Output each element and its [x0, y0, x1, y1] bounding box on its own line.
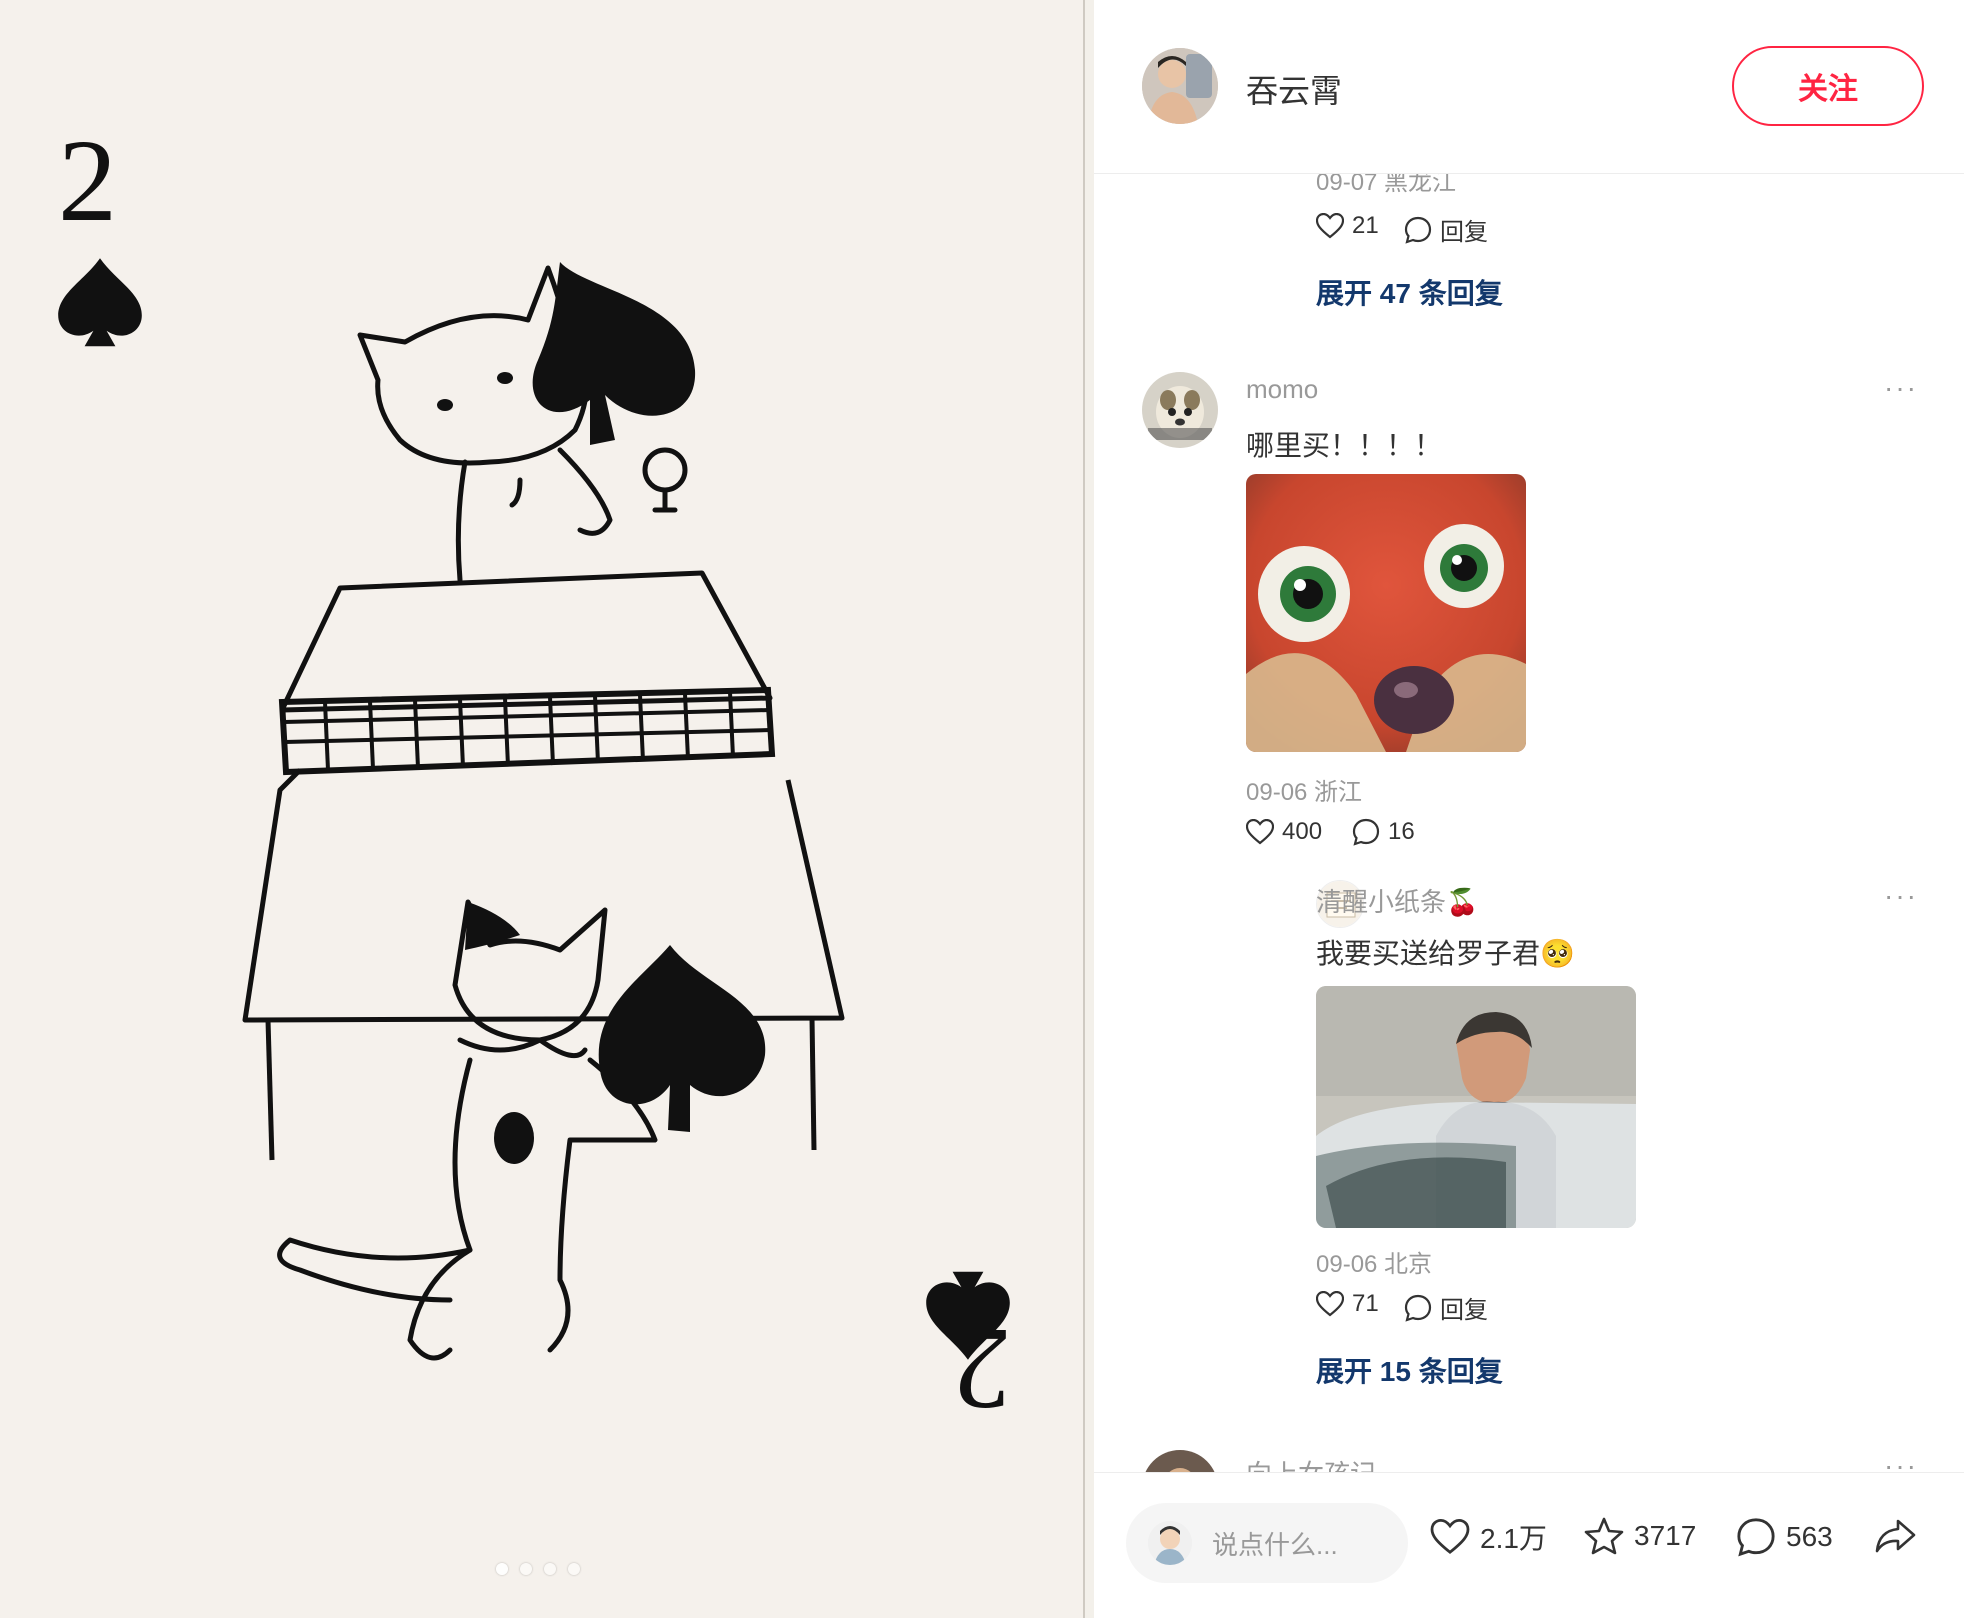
like-count: 71	[1352, 1290, 1379, 1317]
reply-label: 回复	[1440, 219, 1488, 246]
my-avatar	[1148, 1521, 1192, 1565]
reply-button[interactable]: 回复	[1404, 1290, 1488, 1325]
heart-icon	[1316, 213, 1344, 239]
card-rank-top: 2	[58, 115, 117, 246]
more-icon[interactable]: ···	[1884, 880, 1918, 912]
commenter-avatar[interactable]	[1142, 1450, 1218, 1472]
like-count: 21	[1352, 212, 1379, 239]
like-button[interactable]: 400	[1246, 818, 1322, 846]
note-comment-count: 563	[1786, 1521, 1833, 1552]
comment-input[interactable]: 说点什么...	[1126, 1503, 1408, 1583]
comment-text: 哪里买！！！！	[1246, 430, 1443, 461]
commenter-name[interactable]: 向上女孩记	[1246, 1454, 1376, 1472]
heart-icon	[1430, 1519, 1470, 1555]
carousel-dot[interactable]	[568, 1563, 580, 1575]
carousel-dot[interactable]	[544, 1563, 556, 1575]
author-avatar[interactable]	[1142, 48, 1218, 124]
author-header: 吞云霄 关注	[1094, 0, 1964, 174]
expand-replies-link[interactable]: 展开 15 条回复	[1316, 1350, 1503, 1390]
commenter-name[interactable]: momo	[1246, 374, 1318, 405]
replier-name[interactable]: 清醒小纸条🍒	[1316, 882, 1478, 919]
more-icon[interactable]: ···	[1884, 1450, 1918, 1472]
reply-label: 回复	[1440, 1297, 1488, 1324]
note-detail-panel: 吞云霄 关注 09-07 黑龙江 21 回复 展开 47 条回复 momo ··…	[1094, 0, 1964, 1618]
carousel-dot[interactable]	[520, 1563, 532, 1575]
carousel-indicator[interactable]	[496, 1563, 580, 1575]
share-button[interactable]	[1874, 1517, 1916, 1555]
share-icon	[1875, 1519, 1916, 1553]
commenter-avatar[interactable]	[1142, 372, 1218, 448]
comment-icon	[1737, 1518, 1775, 1557]
comment-icon	[1352, 818, 1380, 846]
star-icon	[1584, 1517, 1624, 1555]
comment-meta: 09-06 浙江	[1246, 779, 1363, 806]
reply-image-photo[interactable]	[1316, 986, 1636, 1228]
comment-image-fox-meme[interactable]	[1246, 474, 1526, 752]
like-button[interactable]: 71	[1316, 1290, 1379, 1318]
comments-list[interactable]: 09-07 黑龙江 21 回复 展开 47 条回复 momo ··· 哪里买！！…	[1094, 174, 1964, 1472]
media-viewer[interactable]: 2 2	[0, 0, 1094, 1618]
reply-meta: 09-06 北京	[1316, 1251, 1433, 1278]
two-of-spades-cat-illustration: 2 2	[58, 115, 1011, 1435]
reply-button[interactable]: 16	[1352, 818, 1415, 846]
like-button[interactable]: 21	[1316, 212, 1379, 240]
more-icon[interactable]: ···	[1884, 372, 1918, 404]
note-favorite-count: 3717	[1634, 1520, 1697, 1551]
bottom-cat-drawing	[277, 899, 658, 1361]
like-count: 400	[1282, 818, 1323, 845]
heart-icon	[1246, 819, 1274, 845]
comment-input-placeholder: 说点什么...	[1212, 1529, 1338, 1560]
spade-icon	[58, 258, 142, 347]
reply-button[interactable]: 回复	[1404, 212, 1488, 247]
playing-card-image: 2 2	[0, 0, 1085, 1618]
note-favorite-button[interactable]: 3717	[1584, 1517, 1696, 1555]
carousel-dot-active[interactable]	[496, 1563, 508, 1575]
reply-count: 16	[1388, 818, 1415, 845]
note-like-button[interactable]: 2.1万	[1430, 1517, 1547, 1557]
follow-button[interactable]: 关注	[1732, 46, 1924, 126]
engagement-bar: 说点什么... 2.1万 3717 563	[1094, 1472, 1964, 1618]
note-comment-button[interactable]: 563	[1736, 1517, 1833, 1557]
author-name[interactable]: 吞云霄	[1246, 66, 1342, 112]
comment-icon	[1404, 216, 1432, 244]
comment-icon	[1404, 1294, 1432, 1322]
heart-icon	[1316, 1291, 1344, 1317]
reply-text: 我要买送给罗子君🥺	[1316, 938, 1575, 969]
comment-meta: 09-07 黑龙江	[1316, 174, 1457, 196]
expand-replies-link[interactable]: 展开 47 条回复	[1316, 272, 1503, 312]
note-like-count: 2.1万	[1480, 1523, 1547, 1554]
